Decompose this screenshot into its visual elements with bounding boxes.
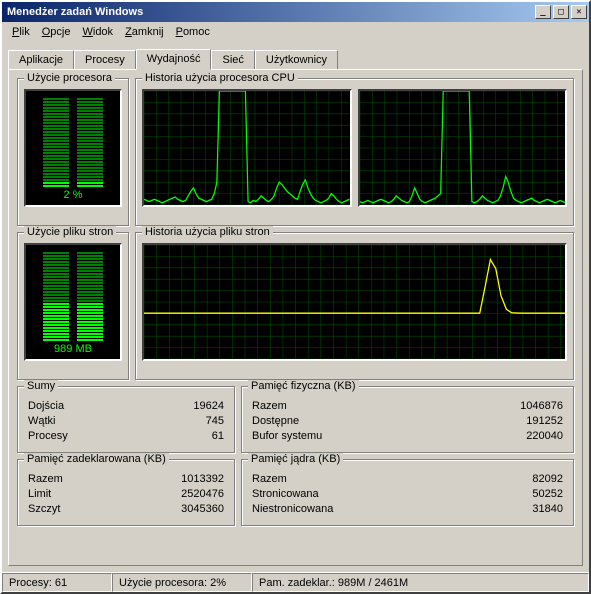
physmem-title: Pamięć fizyczna (KB)	[248, 380, 359, 392]
titlebar[interactable]: Menedżer zadań Windows _ □ ✕	[2, 2, 589, 22]
threads-label: Wątki	[28, 414, 56, 429]
pf-history-group: Historia użycia pliku stron	[135, 232, 574, 380]
cpu-history-graph-2	[358, 89, 568, 207]
cpu-usage-group: Użycie procesora 2 %	[17, 78, 129, 226]
menubar: Plik Opcje Widok Zamknij Pomoc	[2, 22, 589, 42]
kernel-total-value: 82092	[493, 472, 563, 487]
menu-help[interactable]: Pomoc	[170, 24, 216, 40]
commit-title: Pamięć zadeklarowana (KB)	[24, 453, 169, 465]
menu-file-label: lik	[19, 26, 29, 38]
tab-processes[interactable]: Procesy	[74, 50, 136, 71]
kernel-title: Pamięć jądra (KB)	[248, 453, 343, 465]
task-manager-window: Menedżer zadań Windows _ □ ✕ Plik Opcje …	[0, 0, 591, 594]
handles-value: 19624	[154, 399, 224, 414]
pf-history-title: Historia użycia pliku stron	[142, 226, 273, 238]
tab-users[interactable]: Użytkownicy	[255, 50, 338, 71]
menu-view-label: idok	[93, 26, 113, 38]
menu-help-label: omoc	[183, 26, 210, 38]
status-cpu: Użycie procesora: 2%	[112, 573, 252, 592]
cpu-history-title: Historia użycia procesora CPU	[142, 72, 298, 84]
pf-usage-value: 989 MB	[54, 343, 92, 355]
cpu-usage-meter: 2 %	[24, 89, 122, 207]
status-processes: Procesy: 61	[2, 573, 112, 592]
kernel-nonpaged-label: Niestronicowana	[252, 502, 333, 517]
menu-file[interactable]: Plik	[6, 24, 36, 40]
kernel-nonpaged-value: 31840	[493, 502, 563, 517]
menu-shutdown[interactable]: Zamknij	[119, 24, 170, 40]
tab-strip: Aplikacje Procesy Wydajność Sieć Użytkow…	[8, 48, 583, 69]
pf-usage-group: Użycie pliku stron 989 MB	[17, 232, 129, 380]
close-button[interactable]: ✕	[571, 5, 587, 19]
menu-options[interactable]: Opcje	[36, 24, 77, 40]
cpu-history-group: Historia użycia procesora CPU	[135, 78, 574, 226]
status-commit: Pam. zadeklar.: 989M / 2461M	[252, 573, 589, 592]
performance-panel: Użycie procesora 2 % Historia użycia pro…	[8, 69, 583, 566]
pf-usage-title: Użycie pliku stron	[24, 226, 116, 238]
titlebar-buttons: _ □ ✕	[535, 5, 587, 19]
physmem-total-value: 1046876	[493, 399, 563, 414]
commit-peak-label: Szczyt	[28, 502, 60, 517]
commit-total-label: Razem	[28, 472, 63, 487]
kernel-paged-label: Stronicowana	[252, 487, 319, 502]
processes-value: 61	[154, 429, 224, 444]
commit-total-value: 1013392	[154, 472, 224, 487]
commit-peak-value: 3045360	[154, 502, 224, 517]
cpu-history-graph-1	[142, 89, 352, 207]
totals-title: Sumy	[24, 380, 58, 392]
physmem-avail-value: 191252	[493, 414, 563, 429]
tab-applications[interactable]: Aplikacje	[8, 50, 74, 71]
commit-group: Pamięć zadeklarowana (KB) Razem1013392 L…	[17, 459, 235, 526]
physmem-cache-label: Bufor systemu	[252, 429, 322, 444]
kernel-group: Pamięć jądra (KB) Razem82092 Stronicowan…	[241, 459, 574, 526]
content-area: Aplikacje Procesy Wydajność Sieć Użytkow…	[2, 42, 589, 572]
kernel-paged-value: 50252	[493, 487, 563, 502]
cpu-usage-value: 2 %	[64, 189, 83, 201]
physmem-cache-value: 220040	[493, 429, 563, 444]
totals-group: Sumy Dojścia19624 Wątki745 Procesy61	[17, 386, 235, 453]
pf-history-graph	[142, 243, 567, 361]
physmem-avail-label: Dostępne	[252, 414, 299, 429]
window-title: Menedżer zadań Windows	[4, 6, 535, 18]
menu-opt-label: pcje	[50, 26, 70, 38]
kernel-total-label: Razem	[252, 472, 287, 487]
minimize-button[interactable]: _	[535, 5, 551, 19]
processes-label: Procesy	[28, 429, 68, 444]
tab-networking[interactable]: Sieć	[211, 50, 254, 71]
commit-limit-label: Limit	[28, 487, 51, 502]
handles-label: Dojścia	[28, 399, 64, 414]
maximize-button[interactable]: □	[553, 5, 569, 19]
tab-performance[interactable]: Wydajność	[136, 49, 212, 70]
commit-limit-value: 2520476	[154, 487, 224, 502]
pf-usage-meter: 989 MB	[24, 243, 122, 361]
menu-shut-label: amknij	[132, 26, 164, 38]
menu-view[interactable]: Widok	[76, 24, 119, 40]
physmem-group: Pamięć fizyczna (KB) Razem1046876 Dostęp…	[241, 386, 574, 453]
physmem-total-label: Razem	[252, 399, 287, 414]
cpu-usage-title: Użycie procesora	[24, 72, 115, 84]
statusbar: Procesy: 61 Użycie procesora: 2% Pam. za…	[2, 572, 589, 592]
threads-value: 745	[154, 414, 224, 429]
